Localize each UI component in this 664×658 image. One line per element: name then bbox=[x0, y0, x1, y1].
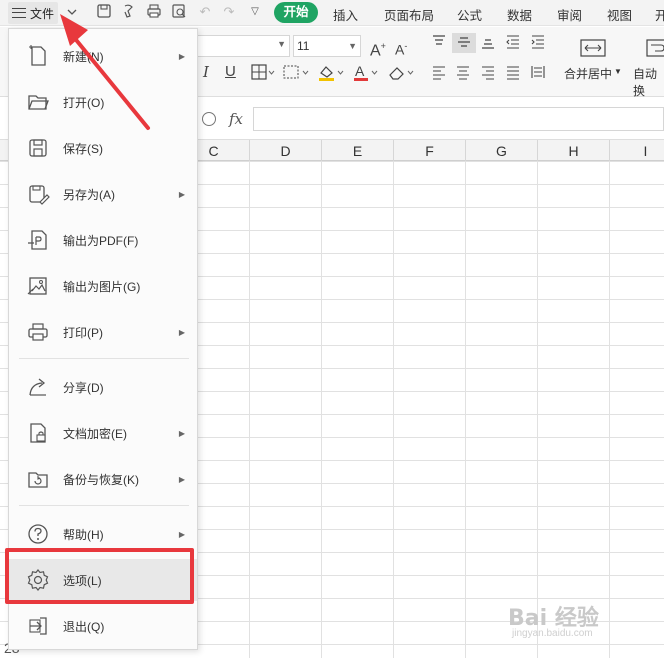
tab-home[interactable]: 开始 bbox=[274, 2, 318, 23]
column-header-d[interactable]: D bbox=[250, 140, 322, 162]
tab-page-layout[interactable]: 页面布局 bbox=[384, 5, 434, 24]
column-header-f[interactable]: F bbox=[394, 140, 466, 162]
grid-line bbox=[609, 161, 610, 658]
align-center-icon[interactable] bbox=[454, 63, 472, 83]
print-icon bbox=[28, 323, 48, 341]
fill-pattern-icon[interactable] bbox=[282, 62, 310, 82]
menu-item-encrypt[interactable]: 文档加密(E) ▶ bbox=[9, 412, 197, 454]
highlight-box bbox=[5, 548, 194, 604]
menu-item-label: 输出为图片(G) bbox=[63, 279, 141, 294]
merge-center-icon[interactable] bbox=[578, 37, 608, 57]
align-bottom-icon[interactable] bbox=[479, 33, 497, 53]
font-name-select[interactable]: ▼ bbox=[190, 35, 290, 57]
backup-icon bbox=[28, 472, 48, 488]
menu-item-export-image[interactable]: 输出为图片(G) bbox=[9, 265, 197, 307]
indent-increase-icon[interactable] bbox=[529, 33, 547, 53]
tab-formulas[interactable]: 公式 bbox=[457, 5, 482, 24]
undo-icon[interactable]: ↶ bbox=[196, 3, 214, 21]
grid-line bbox=[537, 161, 538, 658]
lock-document-icon bbox=[30, 423, 46, 443]
tab-data[interactable]: 数据 bbox=[507, 5, 532, 24]
exit-icon bbox=[29, 617, 47, 635]
font-size-value: 11 bbox=[297, 39, 310, 53]
indent-decrease-icon[interactable] bbox=[504, 33, 522, 53]
menu-item-label: 退出(Q) bbox=[63, 619, 105, 634]
menu-divider bbox=[19, 358, 189, 359]
menu-divider bbox=[19, 505, 189, 506]
distributed-align-icon[interactable] bbox=[529, 63, 547, 83]
grid-line bbox=[465, 161, 466, 658]
menu-item-backup[interactable]: 备份与恢复(K) ▶ bbox=[9, 458, 197, 500]
menu-item-label: 另存为(A) bbox=[63, 187, 115, 202]
menu-item-label: 帮助(H) bbox=[63, 527, 104, 542]
menu-item-label: 备份与恢复(K) bbox=[63, 472, 139, 487]
submenu-arrow-icon: ▶ bbox=[178, 51, 185, 61]
wrap-text-icon[interactable] bbox=[645, 37, 664, 57]
dropdown-arrow-icon: ▼ bbox=[277, 39, 286, 49]
watermark-url: jingyan.baidu.com bbox=[512, 628, 593, 639]
eraser-icon[interactable] bbox=[386, 62, 416, 82]
increase-font-icon[interactable]: A+ bbox=[370, 36, 386, 59]
menu-item-label: 文档加密(E) bbox=[63, 426, 127, 441]
wrap-text-label[interactable]: 自动换 bbox=[633, 65, 664, 99]
menu-item-label: 输出为PDF(F) bbox=[63, 233, 139, 248]
column-header-i[interactable]: I bbox=[610, 140, 664, 162]
align-middle-icon[interactable] bbox=[452, 33, 476, 53]
grid-line bbox=[321, 161, 322, 658]
grid-line bbox=[393, 161, 394, 658]
menu-item-label: 打印(P) bbox=[63, 325, 103, 340]
tab-view[interactable]: 视图 bbox=[607, 5, 632, 24]
menu-item-save-as[interactable]: 另存为(A) ▶ bbox=[9, 173, 197, 215]
hamburger-icon bbox=[12, 8, 26, 18]
redo-icon[interactable]: ↷ bbox=[220, 3, 238, 21]
underline-icon[interactable]: U bbox=[225, 62, 236, 82]
menu-item-print[interactable]: 打印(P) ▶ bbox=[9, 311, 197, 353]
font-size-select[interactable]: 11 ▼ bbox=[293, 35, 361, 57]
print-preview-icon[interactable] bbox=[170, 3, 188, 21]
fx-icon[interactable]: fx bbox=[229, 110, 243, 128]
tab-review[interactable]: 审阅 bbox=[557, 5, 582, 24]
italic-icon[interactable]: I bbox=[203, 62, 209, 82]
submenu-arrow-icon: ▶ bbox=[178, 189, 185, 199]
menu-item-export-pdf[interactable]: 输出为PDF(F) bbox=[9, 219, 197, 261]
customize-toolbar-icon[interactable]: ▽ bbox=[246, 3, 264, 21]
submenu-arrow-icon: ▶ bbox=[178, 428, 185, 438]
menu-item-exit[interactable]: 退出(Q) bbox=[9, 605, 197, 647]
submenu-arrow-icon: ▶ bbox=[178, 327, 185, 337]
border-icon[interactable] bbox=[250, 62, 276, 82]
help-icon bbox=[28, 524, 48, 544]
search-icon[interactable] bbox=[202, 112, 216, 126]
submenu-arrow-icon: ▶ bbox=[178, 474, 185, 484]
annotation-arrow-icon bbox=[60, 14, 150, 130]
tab-more[interactable]: 开 bbox=[655, 5, 664, 24]
justify-icon[interactable] bbox=[504, 63, 522, 83]
font-color-icon[interactable]: A bbox=[351, 62, 381, 82]
tab-insert[interactable]: 插入 bbox=[333, 5, 358, 24]
dropdown-arrow-icon: ▼ bbox=[348, 41, 357, 51]
formula-input[interactable] bbox=[253, 107, 664, 131]
column-header-g[interactable]: G bbox=[466, 140, 538, 162]
merge-center-label[interactable]: 合并居中 bbox=[564, 65, 612, 82]
menu-item-label: 保存(S) bbox=[63, 141, 103, 156]
save-as-icon bbox=[29, 185, 50, 205]
menu-item-label: 分享(D) bbox=[63, 380, 104, 395]
dropdown-arrow-icon[interactable]: ▼ bbox=[614, 67, 622, 76]
column-header-h[interactable]: H bbox=[538, 140, 610, 162]
svg-text:A: A bbox=[355, 63, 365, 79]
fill-color-icon[interactable] bbox=[316, 62, 346, 82]
share-icon bbox=[29, 378, 46, 396]
submenu-arrow-icon: ▶ bbox=[178, 529, 185, 539]
export-pdf-icon bbox=[28, 230, 47, 250]
align-right-icon[interactable] bbox=[479, 63, 497, 83]
align-top-icon[interactable] bbox=[430, 33, 448, 53]
menu-item-share[interactable]: 分享(D) bbox=[9, 366, 197, 408]
export-image-icon bbox=[27, 277, 47, 295]
align-left-icon[interactable] bbox=[430, 63, 448, 83]
decrease-font-icon[interactable]: A- bbox=[395, 36, 407, 58]
grid-line bbox=[249, 161, 250, 658]
column-header-e[interactable]: E bbox=[322, 140, 394, 162]
